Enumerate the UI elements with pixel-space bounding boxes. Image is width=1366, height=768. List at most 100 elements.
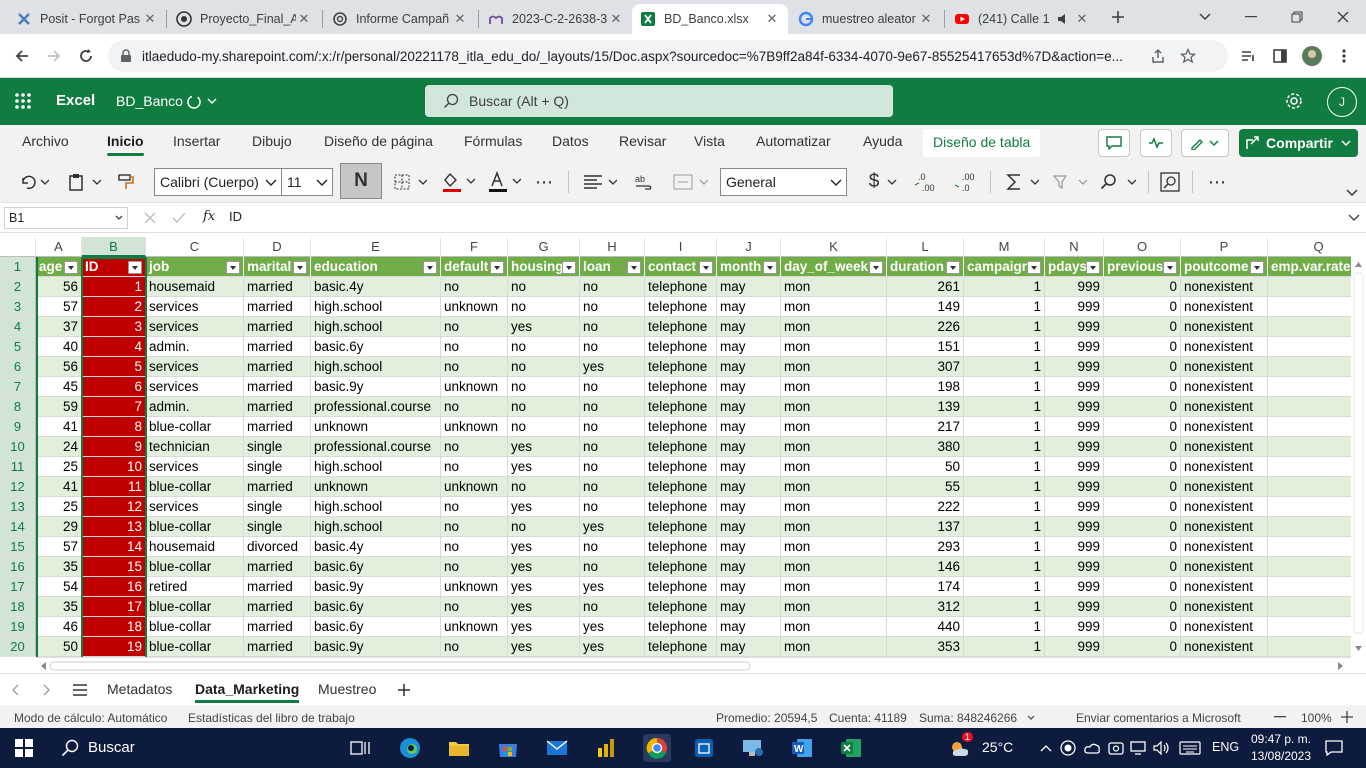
table-cell[interactable]: nonexistent (1181, 297, 1268, 317)
task-view-icon[interactable] (348, 736, 372, 760)
table-cell[interactable]: married (244, 317, 311, 337)
tab-search-icon[interactable] (1182, 0, 1228, 34)
analyze-data-icon[interactable] (1156, 168, 1184, 196)
notifications-icon[interactable] (1322, 736, 1346, 760)
column-header[interactable]: M (964, 237, 1045, 257)
font-size-select[interactable]: 11 (281, 168, 333, 196)
table-cell[interactable]: married (244, 277, 311, 297)
table-cell[interactable]: unknown (441, 477, 508, 497)
row-header[interactable]: 2 (0, 277, 36, 297)
cancel-icon[interactable] (144, 212, 156, 224)
table-cell[interactable]: 25 (36, 457, 82, 477)
undo-icon[interactable] (14, 168, 54, 196)
table-cell[interactable]: no (508, 477, 580, 497)
insert-function-icon[interactable]: fx (203, 209, 215, 224)
table-cell[interactable]: mon (781, 357, 887, 377)
tab-ayuda[interactable]: Ayuda (863, 133, 902, 149)
table-cell[interactable]: 353 (887, 637, 964, 657)
column-header[interactable]: D (244, 237, 311, 257)
table-cell[interactable]: mon (781, 417, 887, 437)
column-header[interactable]: K (781, 237, 887, 257)
table-cell[interactable]: 999 (1045, 517, 1104, 537)
table-cell[interactable]: 999 (1045, 557, 1104, 577)
table-cell[interactable]: may (717, 597, 781, 617)
table-cell[interactable]: 10 (82, 457, 146, 477)
table-cell[interactable]: 56 (36, 357, 82, 377)
sync-status-icon[interactable] (186, 94, 202, 110)
table-cell[interactable]: nonexistent (1181, 637, 1268, 657)
security-app-icon[interactable] (692, 736, 716, 760)
table-cell[interactable]: telephone (645, 437, 717, 457)
tab-automatizar[interactable]: Automatizar (756, 133, 831, 149)
table-cell[interactable]: telephone (645, 637, 717, 657)
table-cell[interactable] (1268, 637, 1351, 657)
table-cell[interactable]: technician (146, 437, 244, 457)
browser-tab[interactable]: Posit - Forgot Pas ✕ (8, 4, 166, 34)
table-cell[interactable]: nonexistent (1181, 337, 1268, 357)
filter-dropdown-icon[interactable] (226, 261, 240, 274)
language-indicator[interactable]: ENG (1212, 740, 1239, 754)
table-cell[interactable]: professional.course (311, 397, 441, 417)
table-cell[interactable]: 11 (82, 477, 146, 497)
table-cell[interactable]: blue-collar (146, 477, 244, 497)
table-cell[interactable]: mon (781, 337, 887, 357)
sheet-tab-data-marketing[interactable]: Data_Marketing (195, 681, 300, 703)
table-cell[interactable]: 41 (36, 477, 82, 497)
tab-archivo[interactable]: Archivo (22, 133, 69, 149)
table-cell[interactable]: 0 (1104, 377, 1181, 397)
zoom-level[interactable]: 100% (1301, 711, 1332, 725)
table-cell[interactable]: mon (781, 577, 887, 597)
table-cell[interactable]: single (244, 517, 311, 537)
table-cell[interactable]: basic.9y (311, 637, 441, 657)
table-cell[interactable]: 12 (82, 497, 146, 517)
filter-dropdown-icon[interactable] (699, 261, 713, 274)
table-cell[interactable]: 1 (964, 417, 1045, 437)
table-header-cell[interactable]: emp.var.rate (1268, 257, 1351, 277)
table-cell[interactable]: married (244, 377, 311, 397)
table-cell[interactable] (1268, 457, 1351, 477)
table-cell[interactable]: 54 (36, 577, 82, 597)
table-cell[interactable]: no (508, 397, 580, 417)
table-cell[interactable]: mon (781, 437, 887, 457)
table-cell[interactable]: 1 (964, 617, 1045, 637)
chevron-down-icon[interactable] (207, 98, 217, 104)
table-cell[interactable]: married (244, 637, 311, 657)
table-cell[interactable]: 0 (1104, 437, 1181, 457)
clock-time[interactable]: 09:47 p. m. (1250, 732, 1312, 746)
browser-tab[interactable]: Proyecto_Final_Ar ✕ (168, 4, 320, 34)
row-header[interactable]: 11 (0, 457, 36, 477)
table-cell[interactable]: may (717, 557, 781, 577)
table-cell[interactable]: may (717, 637, 781, 657)
table-cell[interactable]: high.school (311, 457, 441, 477)
filter-dropdown-icon[interactable] (562, 261, 576, 274)
table-cell[interactable]: no (441, 437, 508, 457)
table-cell[interactable]: no (580, 397, 645, 417)
table-cell[interactable] (1268, 437, 1351, 457)
table-cell[interactable]: 222 (887, 497, 964, 517)
taskbar-search-icon[interactable] (58, 736, 82, 760)
tab-dibujo[interactable]: Dibujo (252, 133, 292, 149)
table-cell[interactable]: no (580, 477, 645, 497)
table-cell[interactable]: unknown (441, 417, 508, 437)
table-cell[interactable]: nonexistent (1181, 397, 1268, 417)
table-cell[interactable]: 14 (82, 537, 146, 557)
browser-tab-active[interactable]: BD_Banco.xlsx ✕ (632, 4, 788, 34)
table-cell[interactable]: no (580, 537, 645, 557)
status-average[interactable]: Promedio: 20594,5 (716, 711, 817, 725)
table-cell[interactable]: nonexistent (1181, 357, 1268, 377)
table-cell[interactable]: 59 (36, 397, 82, 417)
clock-date[interactable]: 13/08/2023 (1250, 749, 1312, 763)
table-cell[interactable]: divorced (244, 537, 311, 557)
table-cell[interactable]: blue-collar (146, 517, 244, 537)
column-header[interactable]: H (580, 237, 645, 257)
table-cell[interactable]: nonexistent (1181, 477, 1268, 497)
table-cell[interactable]: services (146, 297, 244, 317)
tab-insertar[interactable]: Insertar (173, 133, 220, 149)
table-cell[interactable]: 57 (36, 537, 82, 557)
table-cell[interactable]: 1 (964, 397, 1045, 417)
more-commands-icon[interactable]: ⋯ (1202, 168, 1232, 196)
url-field[interactable]: itlaedudo-my.sharepoint.com/:x:/r/person… (108, 40, 1228, 72)
table-cell[interactable]: telephone (645, 397, 717, 417)
table-cell[interactable]: telephone (645, 277, 717, 297)
back-arrow-icon[interactable] (8, 42, 36, 70)
